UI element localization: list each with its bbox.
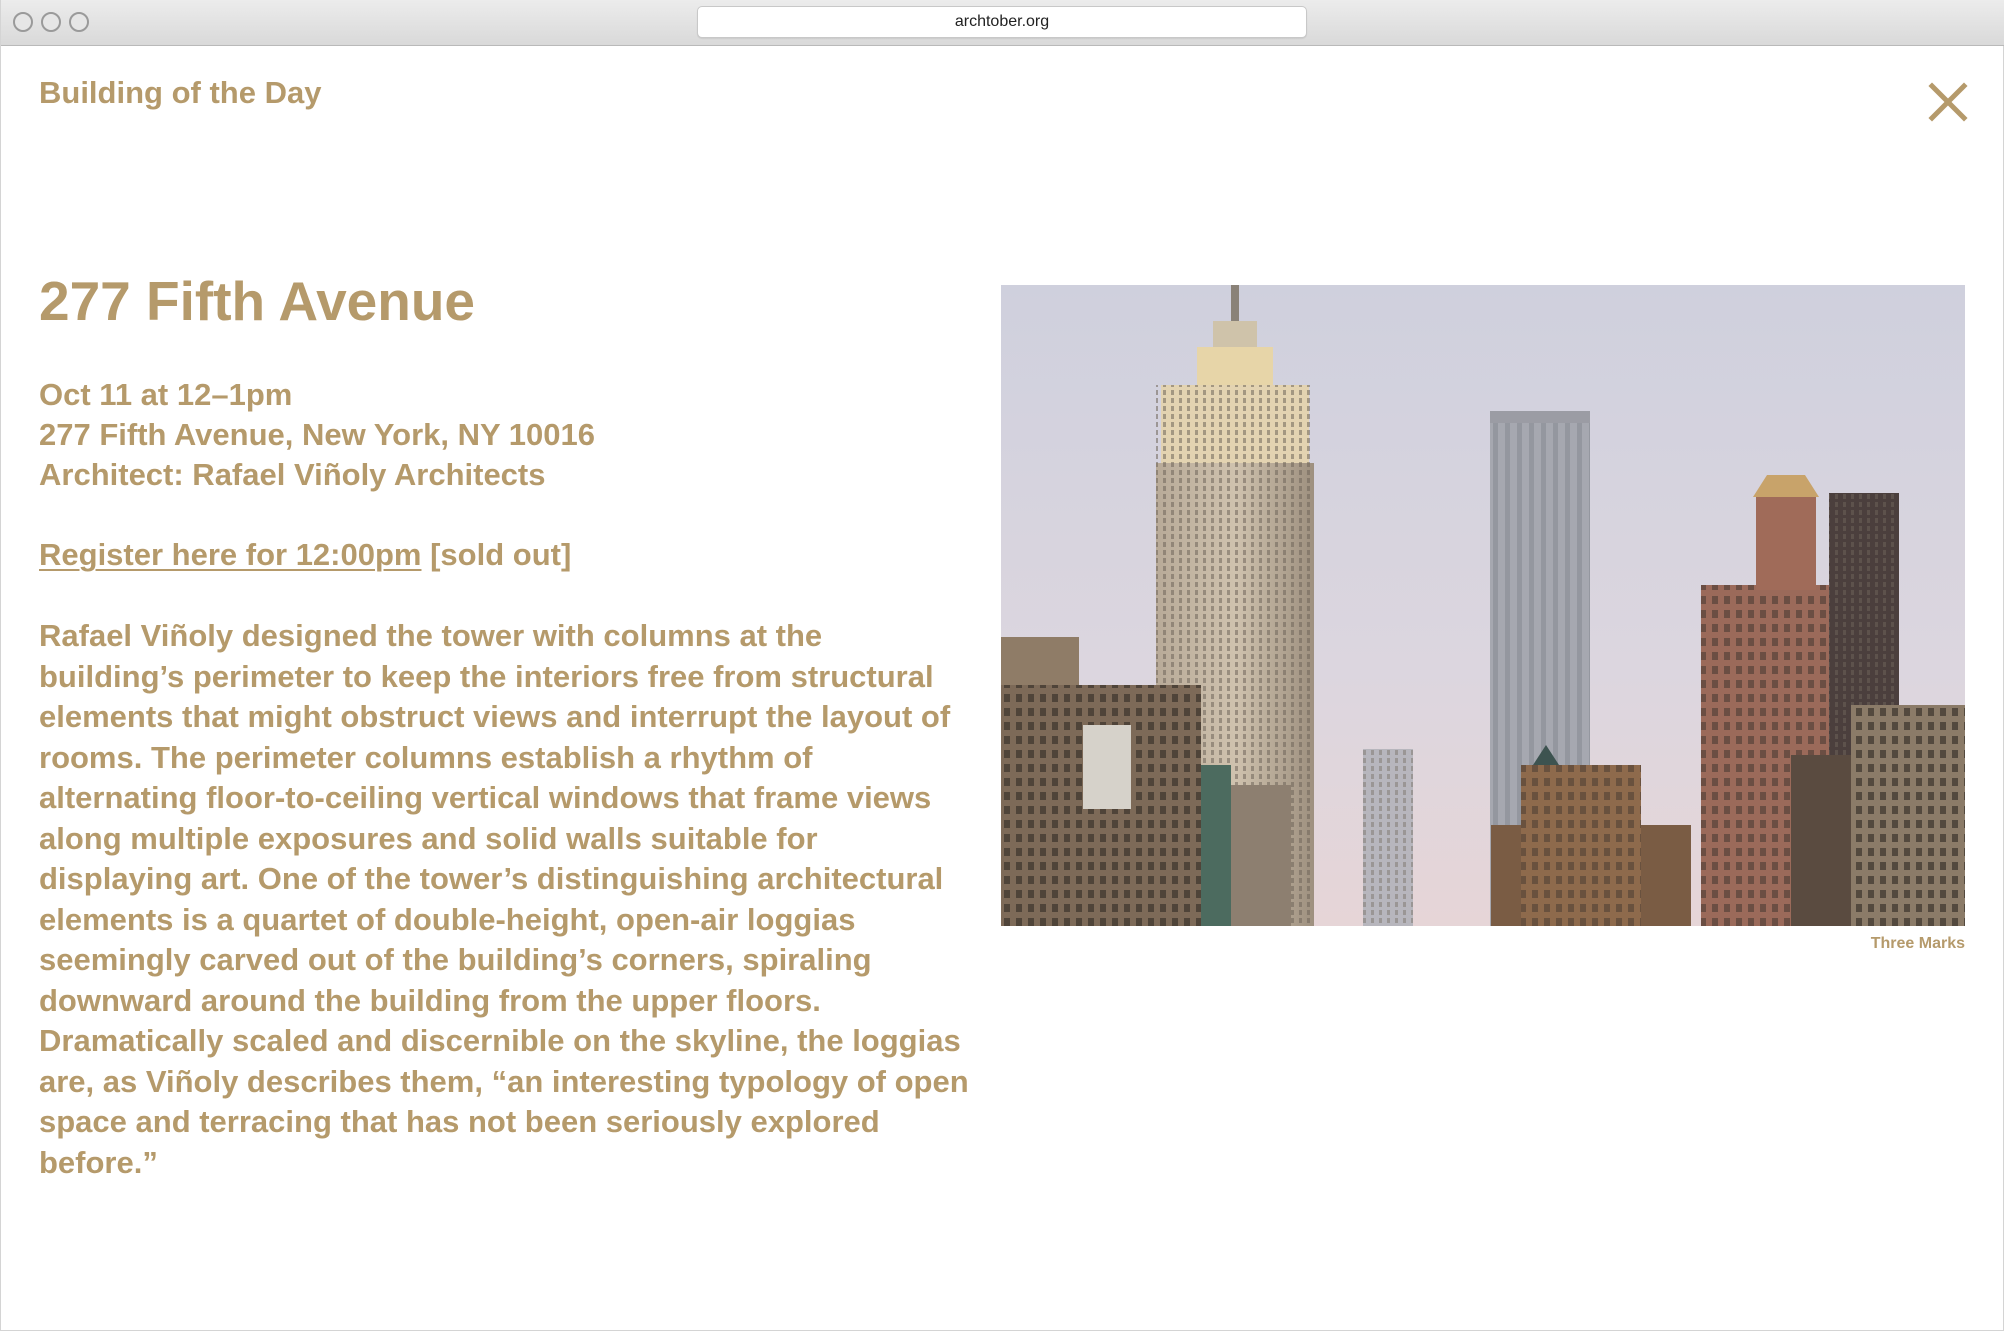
browser-window: archtober.org Building of the Day 277 Fi…	[0, 0, 2004, 1331]
event-details: 277 Fifth Avenue Oct 11 at 12–1pm 277 Fi…	[39, 266, 969, 1183]
page-title: 277 Fifth Avenue	[39, 270, 476, 332]
event-description: Rafael Viñoly designed the tower with co…	[39, 618, 969, 1180]
event-architect: Architect: Rafael Viñoly Architects	[39, 457, 546, 492]
close-button[interactable]	[1926, 80, 1970, 124]
building-photo	[1001, 285, 1965, 926]
photo-credit: Three Marks	[1870, 935, 1965, 952]
event-date-time: Oct 11 at 12–1pm	[39, 377, 293, 412]
registration: Register here for 12:00pm [sold out]	[39, 535, 969, 575]
sold-out-status: [sold out]	[430, 537, 572, 572]
page-content: Building of the Day 277 Fifth Avenue Oct…	[1, 46, 2004, 1331]
address-bar[interactable]: archtober.org	[697, 6, 1307, 38]
close-icon	[1928, 82, 1968, 122]
close-window-button[interactable]	[13, 12, 33, 32]
event-address: 277 Fifth Avenue, New York, NY 10016	[39, 417, 595, 452]
minimize-window-button[interactable]	[41, 12, 61, 32]
event-meta: Oct 11 at 12–1pm 277 Fifth Avenue, New Y…	[39, 375, 969, 495]
register-link[interactable]: Register here for 12:00pm	[39, 537, 421, 572]
section-heading: Building of the Day	[39, 75, 322, 110]
browser-titlebar: archtober.org	[1, 0, 2004, 46]
skyline-image	[1001, 285, 1965, 926]
zoom-window-button[interactable]	[69, 12, 89, 32]
